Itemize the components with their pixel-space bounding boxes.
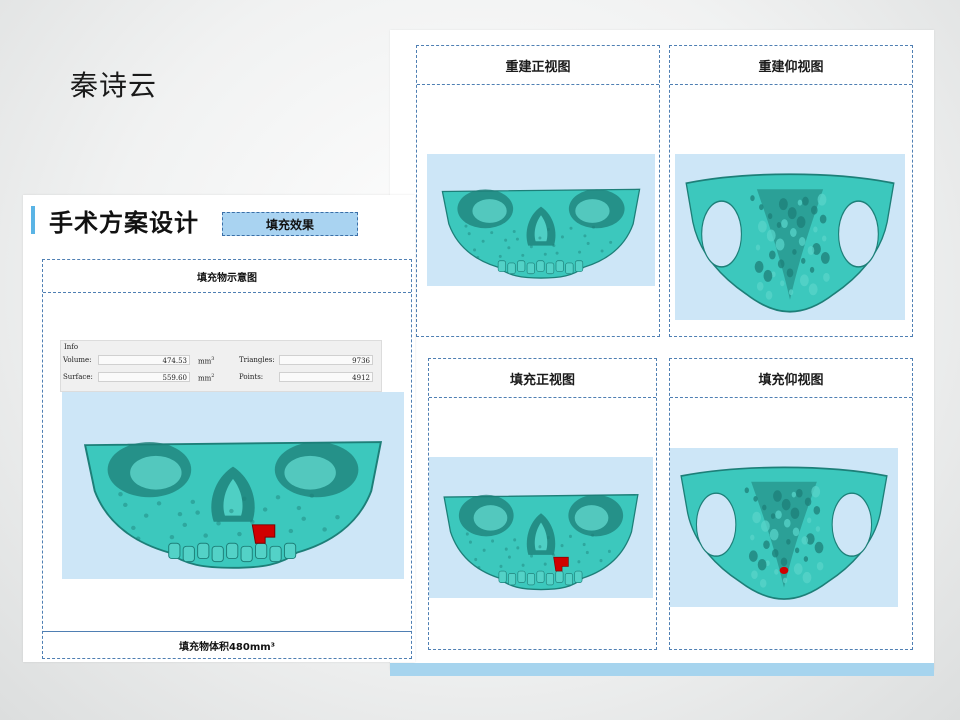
skull-bottom-view	[675, 154, 905, 320]
filler-front-view	[429, 457, 653, 598]
title-accent-bar	[31, 206, 35, 234]
filler-diagram-view	[62, 392, 404, 579]
card-title: 填充正视图	[429, 359, 656, 398]
info-row-volume: Volume: 474.53 mm3 Triangles: 9736	[61, 355, 381, 367]
filler-bottom-view	[670, 448, 898, 607]
filler-front-image	[443, 494, 639, 591]
plan-title: 手术方案设计	[31, 205, 199, 237]
card-filler-front: 填充正视图	[428, 358, 657, 650]
filler-bottom-image	[680, 466, 888, 600]
card-title: 填充仰视图	[670, 359, 912, 398]
points-label: Points:	[239, 373, 264, 381]
plan-title-text: 手术方案设计	[49, 208, 199, 237]
skull-bottom-image	[685, 173, 895, 313]
plan-tag: 填充效果	[222, 212, 358, 236]
author-name: 秦诗云	[70, 69, 158, 102]
surface-label: Surface:	[63, 373, 93, 381]
filler-diagram-card: 填充物示意图 Info Volume: 474.53 mm3 Triangles…	[42, 259, 412, 659]
surgical-plan-panel: 手术方案设计 填充效果 填充物示意图 Info Volume: 474.53 m…	[23, 195, 415, 662]
surface-unit: mm2	[198, 373, 215, 383]
card-reconstruction-bottom: 重建仰视图	[669, 45, 913, 337]
skull-front-image	[441, 188, 641, 279]
info-row-surface: Surface: 559.60 mm2 Points: 4912	[61, 372, 381, 384]
views-panel-bar	[390, 663, 934, 676]
info-panel: Info Volume: 474.53 mm3 Triangles: 9736 …	[60, 340, 382, 392]
volume-unit: mm3	[198, 356, 215, 366]
skull-front-view	[427, 154, 655, 286]
card-filler-bottom: 填充仰视图	[669, 358, 913, 650]
filler-volume-caption: 填充物体积480mm³	[43, 631, 411, 658]
points-value: 4912	[279, 372, 373, 382]
filler-card-title: 填充物示意图	[43, 260, 411, 293]
card-title: 重建正视图	[417, 46, 659, 85]
card-title: 重建仰视图	[670, 46, 912, 85]
card-reconstruction-front: 重建正视图	[416, 45, 660, 337]
filler-diagram-image	[83, 441, 383, 569]
triangles-label: Triangles:	[239, 356, 275, 364]
triangles-value: 9736	[279, 355, 373, 365]
surface-value: 559.60	[98, 372, 190, 382]
volume-value: 474.53	[98, 355, 190, 365]
volume-label: Volume:	[63, 356, 92, 364]
info-header: Info	[64, 343, 79, 351]
